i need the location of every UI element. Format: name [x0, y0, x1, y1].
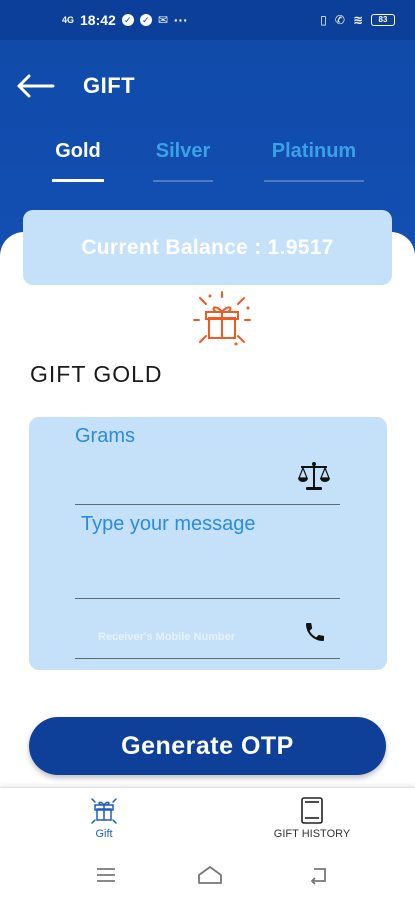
tab-silver[interactable]: Silver — [153, 140, 213, 182]
back-button[interactable] — [16, 72, 56, 100]
network-indicator: 4G — [62, 15, 75, 25]
grams-placeholder: Grams — [75, 425, 135, 447]
gift-icon — [91, 798, 117, 824]
current-balance-text: Current Balance : 1.9517 — [81, 235, 334, 259]
bottom-navigation: Gift GIFT HISTORY — [0, 787, 415, 847]
tab-platinum-label: Platinum — [271, 140, 357, 162]
back-arrow-icon — [17, 74, 55, 98]
generate-otp-label: Generate OTP — [121, 731, 294, 760]
status-left: 4G 18:42 ✓ ✓ ✉ ··· — [62, 12, 188, 28]
tab-gold-label: Gold — [55, 140, 101, 162]
section-title: GIFT GOLD — [30, 361, 163, 387]
system-navigation-bar — [0, 848, 415, 900]
battery-icon: 83 — [371, 14, 395, 26]
status-more: ··· — [173, 12, 188, 28]
home-icon[interactable] — [196, 864, 224, 886]
tab-silver-underline — [153, 180, 213, 182]
tab-silver-label: Silver — [155, 140, 211, 162]
tab-platinum-underline — [264, 180, 364, 182]
phone-icon — [306, 623, 324, 641]
wifi-icon: ≋ — [352, 13, 363, 27]
mail-icon: ✉ — [157, 13, 168, 27]
vibrate-icon: ▯ — [320, 13, 327, 27]
back-nav-icon[interactable] — [306, 864, 330, 886]
history-book-icon — [301, 797, 323, 824]
tab-gold-underline — [52, 179, 104, 182]
balance-box: Current Balance : 1.9517 — [23, 210, 392, 285]
nav-item-gift[interactable]: Gift — [82, 796, 126, 840]
generate-otp-button[interactable]: Generate OTP — [29, 717, 386, 775]
gift-illustration-icon — [192, 290, 252, 350]
gift-form-panel: Grams Type your message Receiver's Mobil… — [29, 417, 387, 670]
status-bar: 4G 18:42 ✓ ✓ ✉ ··· ▯ ✆ ≋ 83 — [0, 0, 415, 40]
check-icon-2: ✓ — [139, 14, 152, 26]
page-title: GIFT — [83, 73, 136, 98]
tab-gold[interactable]: Gold — [52, 140, 104, 182]
metal-tabs: Gold Silver Platinum — [0, 140, 415, 184]
receiver-mobile-placeholder: Receiver's Mobile Number — [98, 631, 236, 643]
app-bar: GIFT — [0, 58, 415, 114]
menu-icon[interactable] — [94, 864, 118, 886]
nav-gift-label: Gift — [95, 828, 113, 840]
nav-item-gift-history[interactable]: GIFT HISTORY — [262, 796, 362, 840]
check-icon: ✓ — [121, 14, 134, 26]
tab-platinum[interactable]: Platinum — [264, 140, 364, 182]
receiver-mobile-input[interactable] — [75, 599, 340, 659]
wifi-call-icon: ✆ — [334, 13, 345, 27]
status-right: ▯ ✆ ≋ 83 — [320, 13, 395, 27]
status-time: 18:42 — [80, 12, 116, 28]
nav-history-label: GIFT HISTORY — [273, 828, 351, 840]
scale-icon — [298, 462, 330, 490]
message-placeholder: Type your message — [81, 513, 256, 535]
